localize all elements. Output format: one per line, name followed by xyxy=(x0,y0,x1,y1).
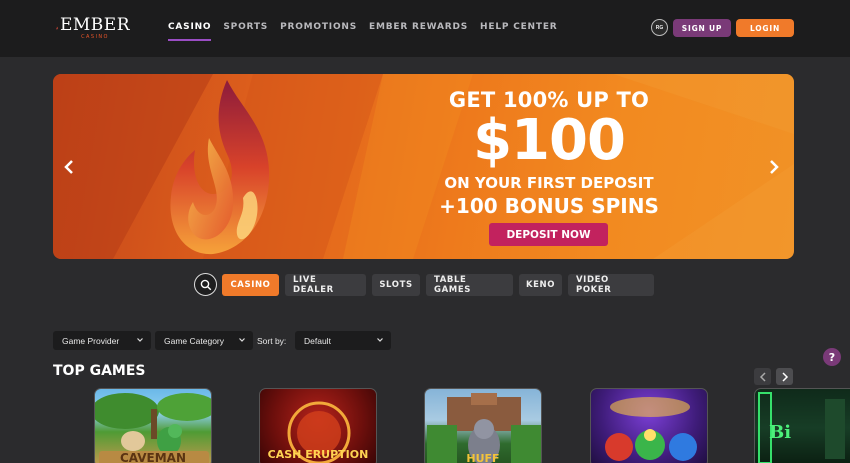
flame-icon xyxy=(170,80,270,255)
game-card-caveman[interactable]: CAVEMAN xyxy=(94,388,212,463)
banner-next-arrow[interactable] xyxy=(768,158,780,176)
games-next-button[interactable] xyxy=(776,368,793,385)
chevron-down-icon xyxy=(137,338,143,342)
promo-banner[interactable]: GET 100% UP TO $100 ON YOUR FIRST DEPOSI… xyxy=(53,74,794,259)
banner-bonus: +100 BONUS SPINS xyxy=(439,194,659,218)
nav-promotions[interactable]: PROMOTIONS xyxy=(280,22,357,41)
game-title: Bi xyxy=(769,422,792,443)
nav-ember-rewards[interactable]: EMBER REWARDS xyxy=(369,22,468,41)
games-prev-button[interactable] xyxy=(754,368,771,385)
responsible-gaming-badge[interactable]: RG xyxy=(651,19,668,36)
logo-name: EMBER xyxy=(59,14,130,35)
game-title: HUFF xyxy=(466,452,500,463)
game-provider-select[interactable]: Game Provider xyxy=(53,331,151,350)
tab-slots[interactable]: SLOTS xyxy=(372,274,420,296)
game-category-select[interactable]: Game Category xyxy=(155,331,253,350)
sign-up-button[interactable]: SIGN UP xyxy=(673,19,731,37)
ember-casino-logo[interactable]: EMBER CASINO xyxy=(56,15,130,41)
tab-casino[interactable]: CASINO xyxy=(222,274,279,296)
tab-table-games[interactable]: TABLE GAMES xyxy=(426,274,513,296)
main-nav: CASINO SPORTS PROMOTIONS EMBER REWARDS H… xyxy=(168,22,570,41)
banner-subline: ON YOUR FIRST DEPOSIT xyxy=(444,174,654,192)
banner-amount: $100 xyxy=(473,108,626,173)
banner-prev-arrow[interactable] xyxy=(63,158,75,176)
game-card-huff[interactable]: HUFF xyxy=(424,388,542,463)
chevron-left-icon xyxy=(759,371,766,382)
chevron-right-icon xyxy=(781,371,788,382)
category-tabs: CASINO LIVE DEALER SLOTS TABLE GAMES KEN… xyxy=(222,274,660,296)
tab-live-dealer[interactable]: LIVE DEALER xyxy=(285,274,366,296)
game-card-partial[interactable]: Bi xyxy=(754,388,850,463)
sort-by-label: Sort by: xyxy=(257,336,287,346)
deposit-now-button[interactable]: DEPOSIT NOW xyxy=(489,223,608,246)
top-games-heading: TOP GAMES xyxy=(53,363,146,379)
game-title: CAVEMAN xyxy=(119,451,187,463)
flame-logo-icon xyxy=(56,26,58,30)
game-title: CASH ERUPTION xyxy=(267,448,369,461)
game-category-label: Game Category xyxy=(164,335,224,346)
nav-sports[interactable]: SPORTS xyxy=(223,22,268,41)
game-card-piggies[interactable] xyxy=(590,388,708,463)
piggies-artwork xyxy=(605,397,697,461)
game-search-button[interactable] xyxy=(194,273,217,296)
logo-subtitle: CASINO xyxy=(81,33,109,40)
chevron-down-icon xyxy=(239,338,245,342)
game-card-cash-eruption[interactable]: CASH ERUPTION xyxy=(259,388,377,463)
help-button[interactable]: ? xyxy=(823,348,841,366)
tab-video-poker[interactable]: VIDEO POKER xyxy=(568,274,654,296)
chevron-right-icon xyxy=(770,160,779,174)
nav-casino[interactable]: CASINO xyxy=(168,22,212,41)
login-button[interactable]: LOGIN xyxy=(736,19,794,37)
search-icon xyxy=(200,279,211,290)
chevron-down-icon xyxy=(377,338,383,342)
game-provider-label: Game Provider xyxy=(62,335,120,346)
chevron-left-icon xyxy=(64,160,73,174)
site-header: EMBER CASINO CASINO SPORTS PROMOTIONS EM… xyxy=(0,0,850,57)
sort-select[interactable]: Default xyxy=(295,331,391,350)
tab-keno[interactable]: KENO xyxy=(519,274,562,296)
sort-value: Default xyxy=(304,335,331,346)
nav-help-center[interactable]: HELP CENTER xyxy=(480,22,557,41)
